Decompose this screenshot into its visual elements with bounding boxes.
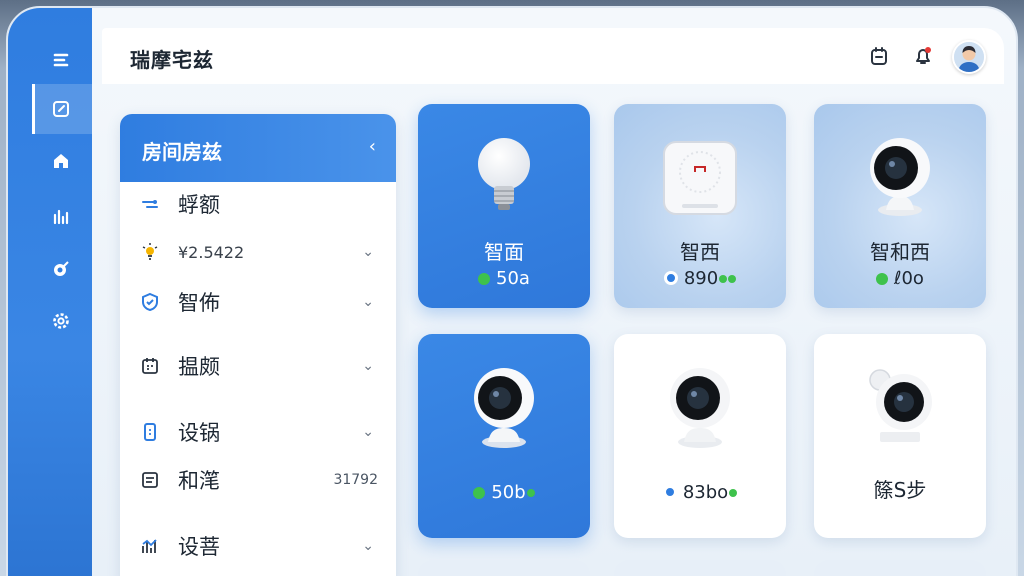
device-name: 智西 bbox=[680, 240, 720, 264]
info-dot-icon bbox=[663, 271, 678, 285]
hub-icon bbox=[663, 141, 737, 215]
menu-item-7[interactable]: 设菩 ⌄ bbox=[120, 524, 396, 568]
device-status: 50a bbox=[418, 268, 590, 289]
chevron-down-icon[interactable]: ⌄ bbox=[362, 424, 374, 440]
collapse-icon[interactable]: ‹ bbox=[369, 136, 376, 157]
panel-title: 房间房兹 bbox=[142, 140, 222, 164]
menu-item-label: 蜉额 bbox=[178, 193, 220, 217]
device-card[interactable]: 50b bbox=[418, 334, 590, 538]
bell-icon[interactable] bbox=[912, 45, 934, 67]
device-status: 50b bbox=[418, 482, 590, 503]
device-status: 890 bbox=[614, 268, 786, 289]
chevron-down-icon[interactable]: ⌄ bbox=[362, 244, 374, 260]
online-dot-icon bbox=[473, 487, 486, 499]
device-card[interactable]: 83bo bbox=[614, 334, 786, 538]
stats-icon bbox=[140, 536, 160, 556]
chevron-down-icon[interactable]: ⌄ bbox=[362, 294, 374, 310]
device-card[interactable] bbox=[814, 560, 986, 576]
home-icon[interactable] bbox=[50, 150, 72, 172]
menu-item-label: ¥2.5422 bbox=[178, 242, 245, 262]
device-name: 篨S步 bbox=[873, 478, 927, 502]
edit-icon[interactable] bbox=[50, 98, 72, 120]
menu-item-value: 31792 bbox=[333, 472, 378, 488]
menu-item-label: 智佈 bbox=[178, 291, 220, 315]
list-icon bbox=[140, 470, 160, 490]
menu-item-6[interactable]: 和滗 31792 bbox=[120, 458, 396, 502]
device-status: ℓ0o bbox=[814, 268, 986, 289]
room-panel: 房间房兹 ‹ 蜉额 ¥2.5422 ⌄ 智佈 ⌄ 揾颇 ⌄ 设锅 ⌄ 和滗 31… bbox=[120, 114, 396, 576]
online-dot-icon bbox=[729, 489, 738, 497]
device-card[interactable]: 智西 890 bbox=[614, 104, 786, 308]
menu-icon[interactable] bbox=[50, 50, 72, 72]
chart-icon[interactable] bbox=[50, 206, 72, 228]
online-dot-icon bbox=[728, 275, 737, 283]
light-bulb-icon bbox=[478, 138, 530, 210]
chevron-down-icon[interactable]: ⌄ bbox=[362, 538, 374, 554]
app-title: 瑞摩宅兹 bbox=[130, 48, 214, 72]
menu-item-label: 设锅 bbox=[178, 421, 220, 445]
camera-icon bbox=[474, 368, 534, 448]
device-card[interactable]: 篨S步 bbox=[814, 334, 986, 538]
online-dot-icon bbox=[478, 273, 491, 285]
menu-item-5[interactable]: 设锅 ⌄ bbox=[120, 410, 396, 454]
target-icon[interactable] bbox=[50, 258, 72, 280]
link-icon bbox=[140, 194, 160, 214]
gear-icon[interactable] bbox=[50, 310, 72, 332]
camera-icon bbox=[869, 369, 932, 442]
device-status: 83bo bbox=[614, 482, 786, 503]
device-name: 智面 bbox=[484, 240, 524, 264]
chevron-down-icon[interactable]: ⌄ bbox=[362, 358, 374, 374]
device-card[interactable] bbox=[614, 560, 786, 576]
calendar-icon bbox=[140, 356, 160, 376]
info-dot-icon bbox=[662, 485, 677, 499]
camera-icon bbox=[670, 368, 730, 448]
device-card[interactable]: 智面 50a bbox=[418, 104, 590, 308]
nav-rail bbox=[8, 8, 92, 576]
camera-icon bbox=[870, 138, 930, 216]
top-bar: 瑞摩宅兹 bbox=[102, 28, 1004, 84]
device-name: 智和西 bbox=[870, 240, 930, 264]
shield-icon bbox=[140, 292, 160, 312]
menu-item-label: 和滗 bbox=[178, 469, 220, 493]
device-icon[interactable] bbox=[868, 45, 890, 67]
menu-item-2[interactable]: ¥2.5422 ⌄ bbox=[120, 230, 396, 274]
menu-item-1[interactable]: 蜉额 bbox=[120, 182, 396, 226]
panel-header: 房间房兹 ‹ bbox=[120, 114, 396, 182]
device-card[interactable] bbox=[418, 560, 590, 576]
online-dot-icon bbox=[719, 275, 728, 283]
online-dot-icon bbox=[526, 489, 535, 497]
online-dot-icon bbox=[876, 273, 889, 285]
menu-item-3[interactable]: 智佈 ⌄ bbox=[120, 280, 396, 324]
menu-item-label: 揾颇 bbox=[178, 355, 220, 379]
phone-icon bbox=[140, 422, 160, 442]
menu-item-4[interactable]: 揾颇 ⌄ bbox=[120, 344, 396, 388]
avatar[interactable] bbox=[952, 40, 986, 74]
menu-item-label: 设菩 bbox=[178, 535, 220, 559]
bulb-icon bbox=[140, 242, 160, 262]
device-card[interactable]: 智和西 ℓ0o bbox=[814, 104, 986, 308]
app-window: 瑞摩宅兹 房间房兹 ‹ 蜉额 ¥2.5422 ⌄ 智佈 ⌄ 揾颇 ⌄ 设锅 ⌄ … bbox=[6, 6, 1018, 576]
